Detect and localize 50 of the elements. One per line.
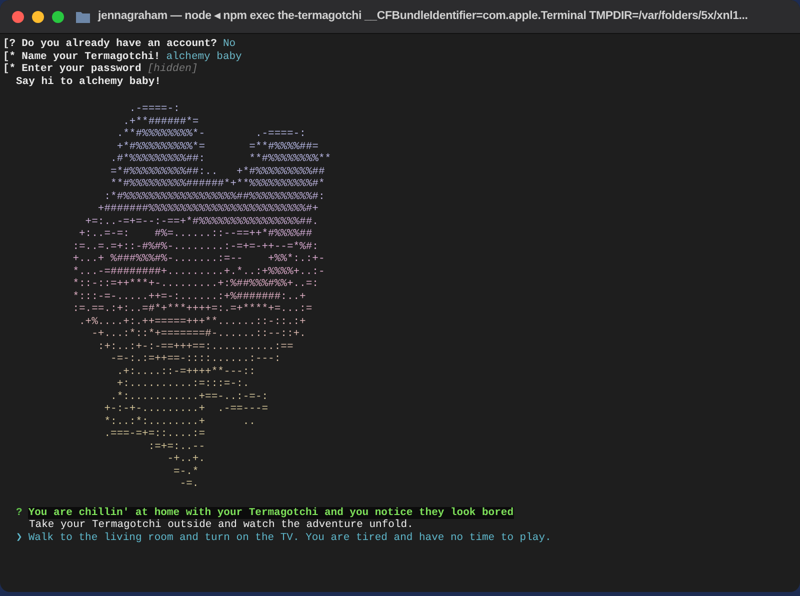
prompt-question: Do you already have an account?	[22, 38, 217, 50]
ascii-art-line: .-====-:	[128, 103, 180, 116]
ascii-art-line: +=:..-=+=--:-==+*#%%%%%%%%%%%%%%%%##.	[84, 216, 318, 228]
ascii-art-line: .#*%%%%%%%%%##: **#%%%%%%%%**	[110, 153, 332, 166]
question-hint: Take your Termagotchi outside and watch the adventure unfold.	[29, 519, 414, 532]
ascii-art-line: .===-=+=::....:=	[103, 428, 206, 440]
ascii-art-line: +-:-+-.........+ .-==---=	[103, 403, 268, 416]
ascii-art-line: *...-=########+.........+.*..:+%%%%+..:-	[72, 266, 325, 278]
ascii-art-line: :+:..:+-:-==+++==:..........:==	[96, 340, 294, 353]
ascii-art-line: *:::-=-.....++=-:......:+%#######:..+	[72, 290, 306, 303]
ascii-art-line: .**#%%%%%%%%*- .-====-:	[116, 128, 306, 140]
greeting-text: Say hi to alchemy baby!	[16, 76, 161, 88]
ascii-art-line: -+..+.	[166, 453, 206, 466]
close-button[interactable]	[12, 10, 24, 22]
window-title: jennagraham — node ◂ npm exec the-termagotchi __CFBundleIdentifier=com.apple.Terminal TMPDIR=/var/folders/5x/xnl1...	[98, 8, 748, 24]
ascii-art-line: +...+ %###%%%#%-.......:=-- +%%*:.:+-	[72, 253, 325, 266]
prompt-hint: [hidden]	[147, 63, 198, 76]
ascii-art-line: =*#%%%%%%%%%##:.. +*#%%%%%%%%%##	[110, 166, 325, 178]
ascii-art-line: .+%....+:.++=====+++**......::-::.:+	[78, 316, 306, 328]
choice-option[interactable]: ❯ Walk to the living room and turn on the TV. You are tired and have no time to play.	[16, 532, 800, 544]
ascii-art-line: -+...:*::*+=======#-......::--::+.	[90, 328, 306, 340]
prompt-marker: [*	[3, 63, 16, 76]
ascii-art-line: *:..:*:........+ ..	[103, 416, 256, 428]
ascii-art-line: +:..........:=:::=-:.	[116, 378, 250, 390]
ascii-art-line: -=.	[178, 478, 199, 490]
ascii-art-line: :=.==.:+:..=#*+***++++=:.=+****+=...:=	[72, 303, 312, 316]
ascii-art-line: :*#%%%%%%%%%%%%%%%%%%##%%%%%%%%%%#:	[103, 190, 325, 203]
prompt-question: Name your Termagotchi!	[22, 50, 160, 63]
question-mark: ?	[16, 506, 22, 519]
question-text: You are chillin' at home with your Termagotchi and you notice they look bored	[28, 506, 514, 519]
ascii-art-line: :=..=.=+::-#%#%-........:-=+=-++--=*%#:	[72, 240, 318, 253]
prompt-marker: [*	[3, 50, 16, 63]
minimize-button[interactable]	[32, 10, 44, 22]
ascii-art-line: :=+=:..--	[147, 440, 206, 453]
ascii-art-line: .+:....::-=++++**---::	[116, 366, 256, 378]
ascii-art-line: +:..=-=: #%=......::--==++*#%%%%##	[78, 228, 312, 240]
ascii-art-line: .*:...........+==-..:-=-:	[110, 390, 268, 403]
ascii-art-line: +#######%%%%%%%%%%%%%%%%%%%%%%%%%#+	[96, 203, 318, 216]
ascii-art-line: =-.*	[172, 466, 199, 478]
ascii-art-line: -=-:.:=++==-::::......:---:	[110, 353, 281, 366]
zoom-button[interactable]	[52, 10, 64, 22]
prompt-answer: No	[222, 38, 236, 50]
folder-icon	[76, 10, 90, 22]
prompt-question: Enter your password	[22, 63, 142, 76]
prompt-marker: [?	[3, 38, 16, 50]
prompt-answer: alchemy baby	[166, 50, 242, 63]
ascii-art-line: *::-::=++***+-.........+:%##%%%#%%+..=:	[72, 278, 318, 290]
ascii-art-line: .+**######*=	[122, 116, 199, 128]
ascii-art-line: **#%%%%%%%%%######*+**%%%%%%%%%%#*	[110, 178, 325, 190]
ascii-art-line: +*#%%%%%%%%%*= =**#%%%%##=	[116, 140, 318, 153]
